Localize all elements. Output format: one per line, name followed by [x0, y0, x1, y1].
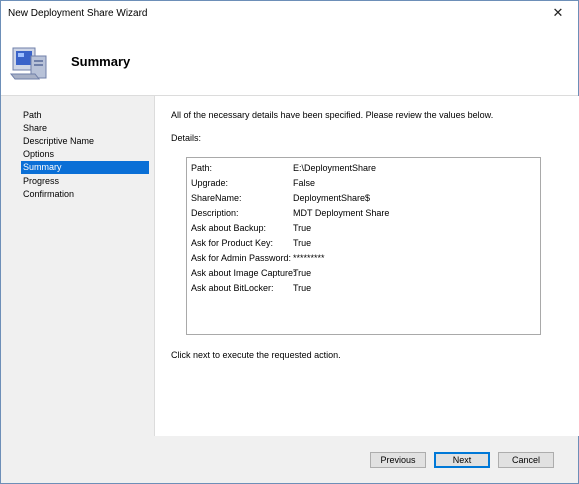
detail-key: Description:: [191, 208, 239, 218]
wizard-steps: Path Share Descriptive Name Options Summ…: [1, 96, 153, 483]
detail-key: Ask for Product Key:: [191, 238, 274, 248]
summary-panel: All of the necessary details have been s…: [154, 96, 579, 436]
detail-value: False: [293, 178, 316, 188]
detail-value: DeploymentShare$: [293, 193, 371, 203]
detail-key: Path:: [191, 163, 213, 173]
details-textbox[interactable]: Path: E:\DeploymentShare Upgrade: False …: [186, 157, 541, 335]
detail-value: E:\DeploymentShare: [293, 163, 377, 173]
detail-value: *********: [293, 253, 325, 263]
step-summary[interactable]: Summary: [21, 161, 149, 174]
detail-value: True: [293, 268, 312, 278]
detail-value: True: [293, 283, 312, 293]
step-path[interactable]: Path: [21, 109, 149, 122]
previous-button[interactable]: Previous: [370, 452, 426, 468]
step-confirmation[interactable]: Confirmation: [21, 188, 149, 201]
detail-key: ShareName:: [191, 193, 242, 203]
detail-value: MDT Deployment Share: [293, 208, 390, 218]
detail-key: Ask about Image Capture:: [191, 268, 296, 278]
detail-key: Ask about BitLocker:: [191, 283, 274, 293]
detail-key: Upgrade:: [191, 178, 229, 188]
window-title: New Deployment Share Wizard: [8, 8, 148, 19]
page-title: Summary: [71, 54, 131, 69]
detail-value: True: [293, 223, 312, 233]
cancel-button[interactable]: Cancel: [498, 452, 554, 468]
next-button[interactable]: Next: [434, 452, 490, 468]
footnote-text: Click next to execute the requested acti…: [171, 350, 341, 360]
button-bar: Previous Next Cancel: [154, 437, 578, 483]
intro-text: All of the necessary details have been s…: [171, 110, 494, 120]
step-descriptive-name[interactable]: Descriptive Name: [21, 135, 149, 148]
wizard-window: New Deployment Share Wizard ✕ Summary Pa…: [0, 0, 579, 484]
details-label: Details:: [171, 133, 202, 143]
step-share[interactable]: Share: [21, 122, 149, 135]
detail-key: Ask for Admin Password:: [191, 253, 292, 263]
title-bar: New Deployment Share Wizard ✕: [1, 1, 578, 27]
detail-key: Ask about Backup:: [191, 223, 267, 233]
detail-value: True: [293, 238, 312, 248]
wizard-header: Summary: [1, 27, 578, 96]
step-options[interactable]: Options: [21, 148, 149, 161]
computer-icon: [9, 47, 47, 80]
step-progress[interactable]: Progress: [21, 175, 149, 188]
close-icon[interactable]: ✕: [548, 4, 568, 22]
